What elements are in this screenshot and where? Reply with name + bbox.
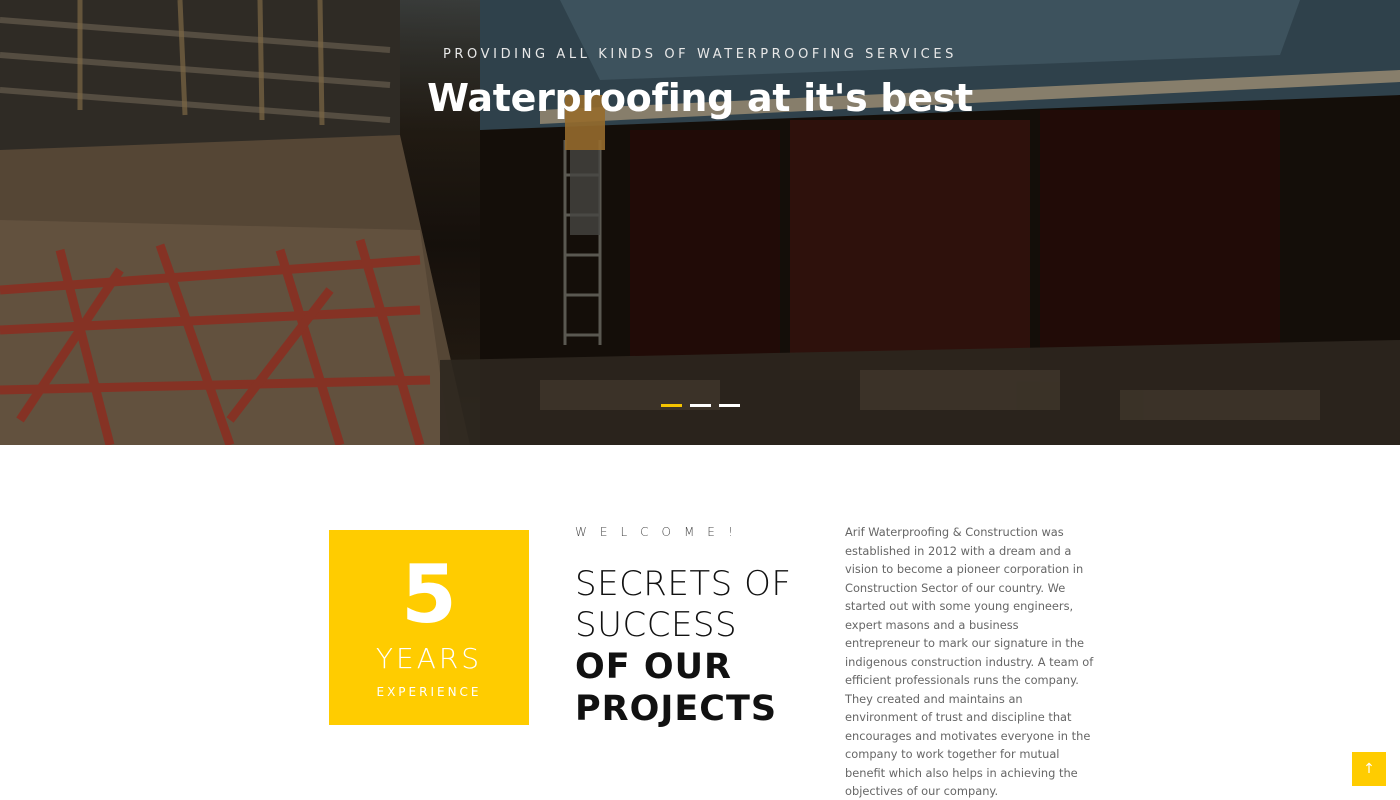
experience-sublabel: EXPERIENCE — [376, 685, 482, 699]
slide-dot-3[interactable] — [719, 404, 740, 407]
headline-line-4: PROJECTS — [575, 689, 778, 729]
slide-dot-2[interactable] — [690, 404, 711, 407]
experience-number: 5 — [401, 548, 457, 641]
hero-title: Waterproofing at it's best — [427, 76, 973, 120]
about-paragraph: Arif Waterproofing & Construction was es… — [845, 525, 1094, 798]
scroll-to-top-button[interactable]: ↑ — [1352, 752, 1386, 786]
experience-box: 5 YEARS EXPERIENCE — [329, 530, 529, 725]
slide-dot-1[interactable] — [661, 404, 682, 407]
hero-overlay — [0, 0, 1400, 445]
experience-label: YEARS — [375, 642, 483, 675]
headline-line-1: SECRETS OF — [575, 564, 792, 604]
headline-line-2: SUCCESS — [575, 605, 738, 645]
section-headline: SECRETS OF SUCCESS OF OUR PROJECTS — [575, 564, 835, 730]
hero-kicker: PROVIDING ALL KINDS OF WATERPROOFING SER… — [442, 47, 958, 62]
slider-pagination — [661, 404, 740, 407]
welcome-kicker: WELCOME! — [575, 525, 746, 539]
headline-line-3: OF OUR — [575, 647, 732, 687]
hero-slider: PROVIDING ALL KINDS OF WATERPROOFING SER… — [0, 0, 1400, 445]
arrow-up-icon: ↑ — [1363, 761, 1375, 777]
